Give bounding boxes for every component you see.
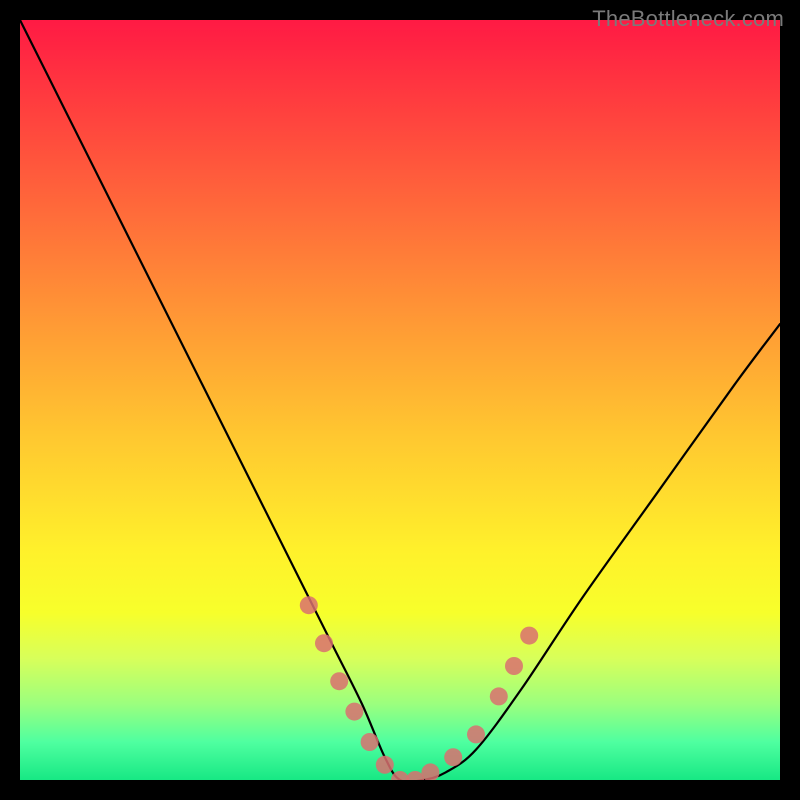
highlight-bead: [345, 703, 363, 721]
bottleneck-chart: [20, 20, 780, 780]
highlight-bead: [490, 687, 508, 705]
watermark-text: TheBottleneck.com: [592, 6, 784, 32]
highlight-bead: [315, 634, 333, 652]
highlight-bead: [376, 756, 394, 774]
highlight-bead: [300, 596, 318, 614]
highlight-beads-group: [300, 596, 538, 780]
highlight-bead: [505, 657, 523, 675]
bottleneck-curve: [20, 20, 780, 780]
highlight-bead: [444, 748, 462, 766]
highlight-bead: [330, 672, 348, 690]
plot-area: [20, 20, 780, 780]
highlight-bead: [467, 725, 485, 743]
highlight-bead: [361, 733, 379, 751]
chart-frame: TheBottleneck.com: [0, 0, 800, 800]
highlight-bead: [520, 627, 538, 645]
highlight-bead: [421, 763, 439, 780]
